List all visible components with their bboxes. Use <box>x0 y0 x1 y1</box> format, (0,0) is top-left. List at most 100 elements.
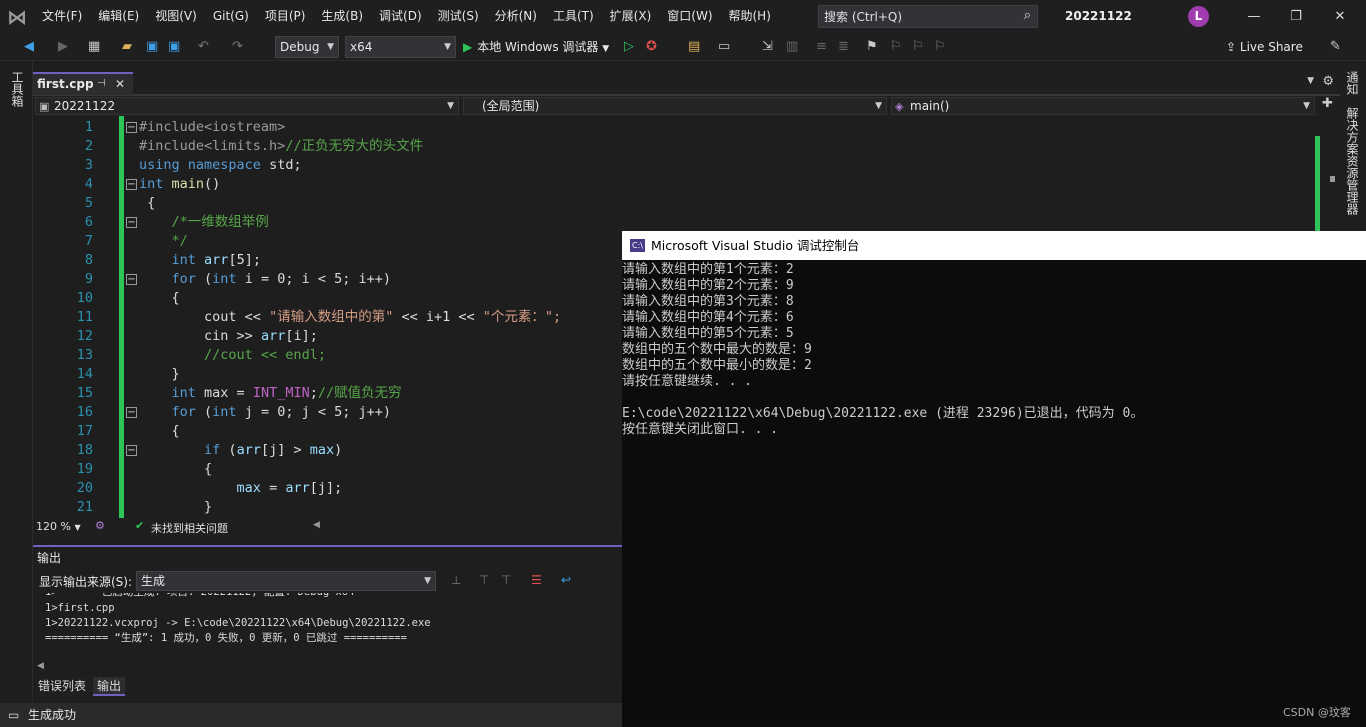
console-title-bar[interactable]: C:\ Microsoft Visual Studio 调试控制台 <box>622 231 1366 260</box>
code-line: for (int i = 0; i < 5; i++) <box>171 271 391 287</box>
zoom-select[interactable]: 120 % ▼ <box>36 520 81 533</box>
clear-all-icon[interactable]: ☰ <box>531 573 542 587</box>
menu-project[interactable]: 项目(P) <box>257 0 314 33</box>
member-nav-select[interactable]: ◈ main() ▼ <box>891 97 1315 115</box>
run-debugger-label: 本地 Windows 调试器 <box>477 40 599 54</box>
scroll-left-icon[interactable]: ◀ <box>313 520 320 530</box>
run-without-debug-icon[interactable]: ▷ <box>624 37 634 57</box>
close-tab-icon[interactable]: ✕ <box>115 74 125 94</box>
output-pane: 输出 显示输出来源(S): 生成 ▼ ⊥ ⊤ ⊤ ☰ ↩ 1>------ 已启… <box>33 545 622 679</box>
save-all-icon[interactable]: ▣ <box>168 37 180 57</box>
menu-view[interactable]: 视图(V) <box>147 0 205 33</box>
menu-extensions[interactable]: 扩展(X) <box>602 0 660 33</box>
output-line: 1>20221122.vcxproj -> E:\code\20221122\x… <box>45 617 431 629</box>
prev-message-icon[interactable]: ⊤ <box>479 573 489 587</box>
code-line: */ <box>171 233 188 249</box>
close-icon[interactable]: ✕ <box>1320 0 1360 33</box>
code-line: int main() <box>139 176 221 192</box>
collapse-icon[interactable]: − <box>126 274 137 285</box>
menu-window[interactable]: 窗口(W) <box>659 0 720 33</box>
tab-list-dropdown-icon[interactable]: ▼ <box>1307 76 1314 86</box>
menu-file[interactable]: 文件(F) <box>34 0 90 33</box>
comment-icon[interactable]: ≡ <box>816 37 827 57</box>
bookmark-list-icon[interactable]: ▥ <box>786 37 798 57</box>
save-icon[interactable]: ▣ <box>146 37 158 57</box>
minimize-icon[interactable]: — <box>1234 0 1274 33</box>
user-avatar[interactable]: L <box>1188 6 1209 27</box>
scrollbar-thumb[interactable] <box>1330 176 1335 182</box>
new-project-icon[interactable]: ▦ <box>88 37 100 57</box>
output-source-value: 生成 <box>141 574 166 588</box>
goto-location-icon[interactable]: ⊥ <box>451 573 461 587</box>
menu-git[interactable]: Git(G) <box>205 0 257 33</box>
issues-status[interactable]: 未找到相关问题 <box>151 520 228 536</box>
console-line: 请输入数组中的第4个元素：6 <box>622 310 794 325</box>
undo-icon[interactable]: ↶ <box>198 37 209 57</box>
scroll-left-icon[interactable]: ◀ <box>37 661 44 671</box>
toolbox-tab[interactable]: 工具箱 <box>9 71 26 107</box>
code-line: #include<limits.h>//正负无穷大的头文件 <box>139 138 424 154</box>
code-line: for (int j = 0; j < 5; j++) <box>171 404 391 420</box>
next-message-icon[interactable]: ⊤ <box>501 573 511 587</box>
config-select[interactable]: Debug ▼ <box>275 36 339 58</box>
output-source-select[interactable]: 生成 ▼ <box>136 571 436 591</box>
pin-icon[interactable]: ⊣ <box>97 74 106 94</box>
scrollbar-change-marker <box>1315 136 1320 236</box>
open-folder-icon[interactable]: ▰ <box>122 37 132 57</box>
run-debugger-button[interactable]: ▶ 本地 Windows 调试器 ▼ <box>463 37 609 57</box>
prev-bookmark-icon[interactable]: ⚐ <box>890 37 902 57</box>
word-wrap-icon[interactable]: ↩ <box>561 573 571 587</box>
solution-folder-icon[interactable]: ▤ <box>688 37 700 57</box>
line-number: 8 <box>84 252 93 268</box>
chevron-down-icon: ▼ <box>444 42 451 52</box>
step-icon[interactable]: ⇲ <box>762 37 773 57</box>
collapse-icon[interactable]: − <box>126 407 137 418</box>
tab-output[interactable]: 输出 <box>93 677 126 696</box>
line-number: 20 <box>76 480 93 496</box>
collapse-icon[interactable]: − <box>126 179 137 190</box>
play-icon: ▶ <box>463 40 473 54</box>
menu-tools[interactable]: 工具(T) <box>545 0 602 33</box>
solution-explorer-tab[interactable]: 解决方案资源管理器 <box>1344 107 1361 215</box>
layout-icon[interactable]: ▭ <box>718 37 730 57</box>
tab-first-cpp[interactable]: first.cpp ⊣ ✕ <box>33 72 133 95</box>
gear-icon[interactable]: ⚙ <box>1322 74 1334 89</box>
hot-reload-icon[interactable]: ✪ <box>646 37 657 57</box>
chevron-down-icon: ▼ <box>327 42 334 52</box>
project-nav-select[interactable]: ▣ 20221122 ▼ <box>35 97 459 115</box>
menu-help[interactable]: 帮助(H) <box>721 0 779 33</box>
clear-bookmarks-icon[interactable]: ⚐ <box>934 37 946 57</box>
debug-console-window[interactable]: C:\ Microsoft Visual Studio 调试控制台 请输入数组中… <box>622 231 1366 727</box>
feedback-icon[interactable]: ✎ <box>1330 37 1341 57</box>
output-line: 1>first.cpp <box>45 602 115 614</box>
menu-debug[interactable]: 调试(D) <box>371 0 430 33</box>
collapse-icon[interactable]: − <box>126 445 137 456</box>
nav-project-value: 20221122 <box>54 99 116 113</box>
forward-icon[interactable]: ▶ <box>58 37 68 57</box>
bookmark-icon[interactable]: ⚑ <box>866 37 878 57</box>
line-number: 14 <box>76 366 93 382</box>
copilot-icon[interactable]: ⚙ <box>95 519 105 532</box>
collapse-icon[interactable]: − <box>126 217 137 228</box>
search-input[interactable]: 搜索 (Ctrl+Q) ⌕ <box>818 5 1038 28</box>
scope-nav-select[interactable]: (全局范围) ▼ <box>463 97 887 115</box>
code-line: cout << "请输入数组中的第" << i+1 << "个元素："; <box>204 309 562 325</box>
menu-edit[interactable]: 编辑(E) <box>90 0 147 33</box>
restore-icon[interactable]: ❐ <box>1276 0 1316 33</box>
tab-error-list[interactable]: 错误列表 <box>34 677 90 696</box>
check-icon: ✔ <box>135 519 145 532</box>
menu-build[interactable]: 生成(B) <box>313 0 371 33</box>
live-share-button[interactable]: ⇪ Live Share <box>1226 37 1303 57</box>
notifications-tab[interactable]: 通知 <box>1344 71 1361 95</box>
uncomment-icon[interactable]: ≣ <box>838 37 849 57</box>
split-icon[interactable]: ✚ <box>1322 96 1333 111</box>
menu-analyze[interactable]: 分析(N) <box>487 0 545 33</box>
platform-select[interactable]: x64 ▼ <box>345 36 456 58</box>
next-bookmark-icon[interactable]: ⚐ <box>912 37 924 57</box>
redo-icon[interactable]: ↷ <box>232 37 243 57</box>
menu-test[interactable]: 测试(S) <box>430 0 487 33</box>
code-line: { <box>147 195 156 211</box>
back-icon[interactable]: ◀ <box>24 37 34 57</box>
console-line: 请输入数组中的第3个元素：8 <box>622 294 794 309</box>
collapse-icon[interactable]: − <box>126 122 137 133</box>
